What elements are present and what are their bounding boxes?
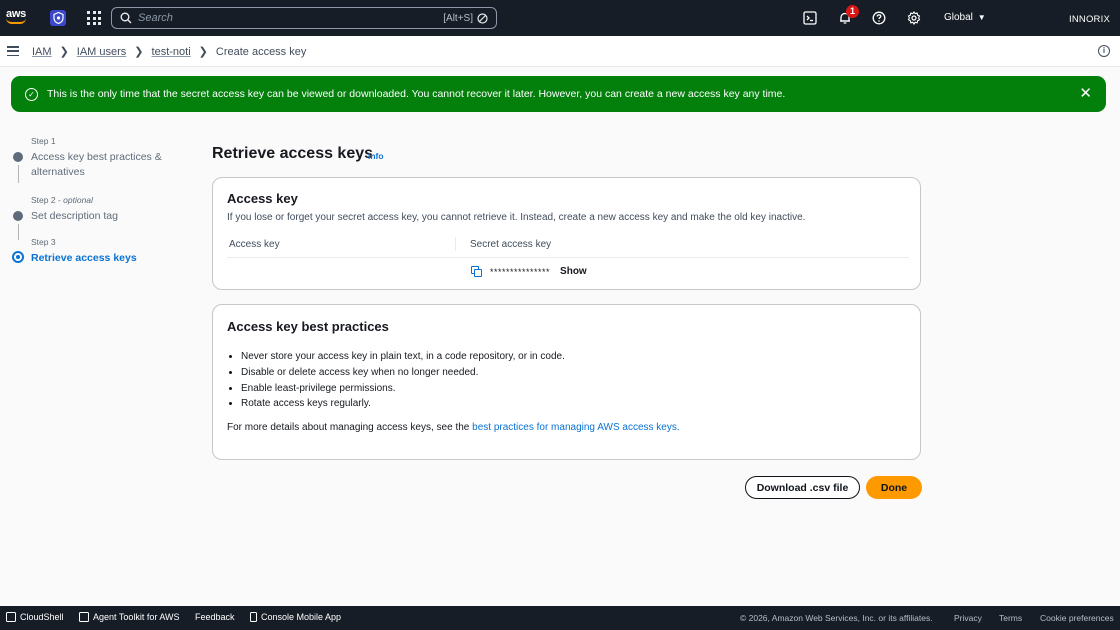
help-icon[interactable] (872, 11, 886, 25)
done-button[interactable]: Done (866, 476, 922, 499)
search-shortcut: [Alt+S] (443, 12, 473, 24)
list-item: Disable or delete access key when no lon… (241, 365, 565, 381)
download-csv-button[interactable]: Download .csv file (745, 476, 860, 499)
notification-badge: 1 (846, 5, 859, 18)
success-check-icon: ✓ (25, 87, 38, 101)
best-practices-link[interactable]: best practices for managing AWS access k… (472, 422, 680, 433)
step-dot (13, 211, 23, 221)
step-2[interactable]: Step 2 - optional Set description tag (12, 195, 182, 240)
more-details-text: For more details about managing access k… (227, 422, 680, 433)
search-clear-icon[interactable] (477, 12, 488, 24)
list-item: Enable least-privilege permissions. (241, 381, 565, 397)
page-title: Retrieve access keys (212, 145, 374, 162)
breadcrumb-current: Create access key (215, 45, 307, 58)
show-secret-link[interactable]: Show (560, 266, 587, 277)
footer-agent-toolkit[interactable]: Agent Toolkit for AWS (79, 612, 180, 622)
search-input[interactable] (138, 12, 444, 24)
footer-terms-link[interactable]: Terms (999, 613, 1022, 623)
card-description: If you lose or forget your secret access… (227, 212, 806, 223)
footer-feedback[interactable]: Feedback (195, 612, 235, 622)
footer-copyright: © 2026, Amazon Web Services, Inc. or its… (740, 613, 933, 623)
search-icon (120, 12, 132, 24)
wizard-steps: Step 1 Access key best practices & alter… (12, 136, 182, 267)
secret-mask: *************** (490, 266, 551, 277)
flash-message: This is the only time that the secret ac… (47, 88, 786, 100)
top-navigation: aws [Alt+S] 1 Global ▼ INNORIX (0, 0, 1120, 36)
step-title: Retrieve access keys (31, 252, 137, 264)
toolkit-icon (79, 612, 89, 622)
cloudshell-icon[interactable] (803, 11, 817, 25)
info-panel-icon[interactable]: i (1098, 45, 1110, 57)
apps-grid-icon[interactable] (87, 11, 101, 25)
step-current-dot (12, 251, 24, 263)
region-selector[interactable]: Global ▼ (944, 12, 986, 23)
footer-privacy-link[interactable]: Privacy (954, 613, 982, 623)
best-practices-card: Access key best practices Never store yo… (212, 304, 921, 460)
hamburger-menu-icon[interactable] (7, 46, 19, 57)
search-bar[interactable]: [Alt+S] (111, 7, 497, 29)
step-dot (13, 152, 23, 162)
breadcrumb-iam[interactable]: IAM (32, 46, 52, 58)
aws-logo[interactable]: aws (6, 9, 30, 27)
chevron-right-icon: ❯ (198, 46, 208, 58)
list-item: Rotate access keys regularly. (241, 396, 565, 412)
chevron-right-icon: ❯ (59, 46, 69, 58)
step-title: Set description tag (31, 210, 118, 222)
breadcrumb-iam-users[interactable]: IAM users (77, 46, 127, 58)
step-3[interactable]: Step 3 Retrieve access keys (12, 237, 182, 267)
step-1[interactable]: Step 1 Access key best practices & alter… (12, 136, 182, 193)
footer-mobile-app[interactable]: Console Mobile App (250, 612, 341, 622)
region-label: Global (944, 12, 973, 23)
column-access-key: Access key (229, 239, 280, 250)
step-label: Step 1 (31, 136, 56, 146)
list-item: Never store your access key in plain tex… (241, 349, 565, 365)
column-secret-access-key: Secret access key (455, 237, 909, 251)
step-label: Step 3 (31, 237, 56, 247)
service-shortcut-icon[interactable] (50, 10, 66, 26)
chevron-right-icon: ❯ (134, 46, 144, 58)
footer-cookie-preferences-link[interactable]: Cookie preferences (1040, 613, 1114, 623)
cloudshell-icon (6, 612, 16, 622)
best-practices-list: Never store your access key in plain tex… (241, 349, 565, 412)
step-connector (17, 165, 19, 183)
breadcrumb: IAM ❯ IAM users ❯ test-noti ❯ Create acc… (32, 45, 307, 59)
breadcrumb-bar: IAM ❯ IAM users ❯ test-noti ❯ Create acc… (0, 36, 1120, 67)
mobile-icon (250, 612, 257, 622)
access-key-card: Access key If you lose or forget your se… (212, 177, 921, 290)
secret-access-key-value: *************** Show (471, 266, 587, 277)
aws-logo-text: aws (6, 8, 26, 20)
settings-gear-icon[interactable] (907, 11, 921, 25)
footer-cloudshell[interactable]: CloudShell (6, 612, 64, 622)
step-label: Step 2 - optional (31, 195, 93, 205)
card-title: Access key (227, 191, 298, 206)
close-icon[interactable]: ✕ (1079, 86, 1092, 101)
footer-bar: CloudShell Agent Toolkit for AWS Feedbac… (0, 606, 1120, 630)
account-menu[interactable]: INNORIX (1069, 14, 1110, 25)
info-link[interactable]: Info (368, 151, 384, 161)
success-flash-banner: ✓ This is the only time that the secret … (11, 76, 1106, 112)
card-title: Access key best practices (227, 319, 389, 334)
breadcrumb-user[interactable]: test-noti (152, 46, 191, 58)
caret-down-icon: ▼ (977, 13, 986, 22)
key-table-header: Access key Secret access key (227, 237, 909, 258)
copy-icon[interactable] (471, 266, 482, 277)
step-title: Access key best practices & alternatives (31, 151, 162, 178)
